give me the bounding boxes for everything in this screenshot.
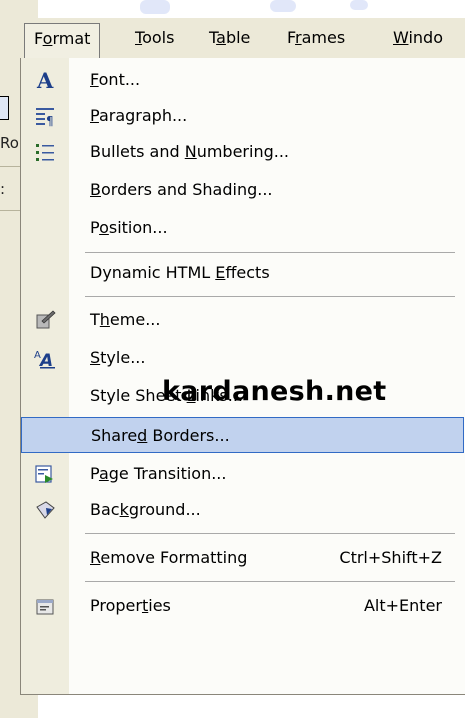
menu-item-label: Bullets and Numbering... [90,142,290,161]
menu-item-shortcut: Alt+Enter [363,596,442,615]
menu-item-label: Position... [90,218,168,237]
menu-separator [85,533,455,534]
menu-frames[interactable]: Frames [278,25,354,51]
font-icon: A [33,69,57,91]
svg-text:A: A [36,69,54,91]
menu-item-paragraph[interactable]: ¶ Paragraph... [21,98,464,134]
menu-separator [85,252,455,253]
menu-bar: Format Tools Table Frames Windo [20,18,465,59]
svg-text:¶: ¶ [46,114,54,127]
page-transition-icon [33,463,57,485]
decor-shape [270,0,296,12]
menu-item-position[interactable]: Position... [21,210,464,246]
theme-icon [33,309,57,331]
menu-item-label: Font... [90,70,141,89]
bullets-icon [33,141,57,163]
menu-item-dynamic-html-effects[interactable]: Dynamic HTML Effects [21,255,464,291]
menu-item-label: Remove Formatting [90,548,248,567]
background-text-fragment: : [0,180,6,198]
background-icon [33,499,57,521]
decor-shape [350,0,368,10]
menu-item-page-transition[interactable]: Page Transition... [21,456,464,492]
menu-item-label: Paragraph... [90,106,188,125]
menu-item-label: Shared Borders... [91,426,230,445]
menu-table[interactable]: Table [200,25,259,51]
menu-tools[interactable]: Tools [126,25,183,51]
menu-item-label: Properties [90,596,171,615]
toolbar-button-edge [0,96,9,120]
menu-item-remove-formatting[interactable]: Remove Formatting Ctrl+Shift+Z [21,540,464,576]
menu-item-font[interactable]: A Font... [21,62,464,98]
svg-text:A: A [38,351,53,369]
background-text-fragment: Ro [0,134,19,152]
decor-shape [140,0,170,14]
menu-separator [85,581,455,582]
menu-window[interactable]: Windo [384,25,452,51]
properties-icon [33,595,57,617]
watermark-text: kardanesh.net [162,376,387,407]
menu-item-label: Dynamic HTML Effects [90,263,270,282]
menu-item-properties[interactable]: Properties Alt+Enter [21,588,464,624]
menu-format[interactable]: Format [24,23,101,59]
menu-item-label: Style... [90,348,146,367]
menu-item-label: Borders and Shading... [90,180,273,199]
menu-item-style[interactable]: A A Style... [21,340,464,376]
menu-item-label: Page Transition... [90,464,227,483]
menu-item-borders-shading[interactable]: Borders and Shading... [21,172,464,208]
menu-item-label: Theme... [90,310,161,329]
menu-item-shared-borders[interactable]: Shared Borders... [21,417,464,453]
menu-item-shortcut: Ctrl+Shift+Z [339,548,442,567]
paragraph-icon: ¶ [33,105,57,127]
style-icon: A A [33,347,57,369]
menu-item-bullets-numbering[interactable]: Bullets and Numbering... [21,134,464,170]
menu-item-background[interactable]: Background... [21,492,464,528]
menu-item-theme[interactable]: Theme... [21,302,464,338]
menu-separator [85,296,455,297]
menu-item-label: Background... [90,500,201,519]
